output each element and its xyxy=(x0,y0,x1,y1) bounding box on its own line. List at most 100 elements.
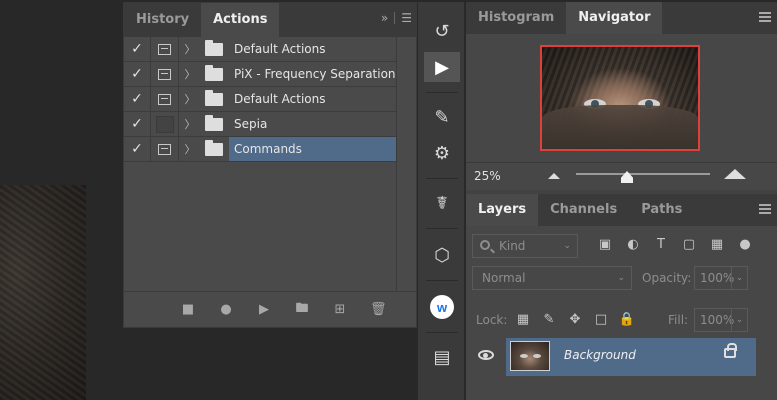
chevron-down-icon[interactable]: ⌄ xyxy=(731,309,747,331)
filter-kind-label: Kind xyxy=(499,239,526,253)
dialog-toggle[interactable] xyxy=(151,136,179,162)
tab-histogram[interactable]: Histogram xyxy=(466,2,566,34)
dialog-icon xyxy=(158,143,171,155)
smart-object-filter-icon[interactable]: ▦ xyxy=(708,236,726,254)
dialog-toggle[interactable] xyxy=(151,86,179,112)
blend-row: Normal ⌄ Opacity: 100% ⌄ xyxy=(472,266,772,290)
action-set-label[interactable]: PiX - Frequency Separation xyxy=(229,62,397,86)
panel-menu-icon[interactable] xyxy=(759,204,771,214)
toggle-check-icon[interactable]: ✓ xyxy=(124,136,151,162)
opacity-label: Opacity: xyxy=(642,271,692,285)
collapse-icon[interactable]: » xyxy=(381,11,388,25)
toggle-check-icon[interactable]: ✓ xyxy=(124,36,151,62)
chevron-right-icon[interactable]: 〉 xyxy=(179,91,201,107)
layer-lock-icon[interactable] xyxy=(724,343,737,358)
dialog-icon xyxy=(158,93,171,105)
zoom-out-icon[interactable] xyxy=(548,173,560,179)
layer-filter-row: Kind ⌄ ▣ ◐ T ▢ ▦ ● xyxy=(472,234,772,258)
tab-paths[interactable]: Paths xyxy=(629,194,694,226)
history-tool-icon[interactable]: ↺ xyxy=(424,16,460,46)
action-set-row[interactable]: ✓ 〉 Default Actions xyxy=(124,86,416,112)
action-set-label[interactable]: Sepia xyxy=(229,112,397,136)
lock-position-icon[interactable]: ✥ xyxy=(566,311,584,329)
divider xyxy=(426,280,458,281)
play-icon[interactable]: ▶ xyxy=(256,302,272,317)
lock-all-icon[interactable]: 🔒 xyxy=(618,311,636,329)
cube-icon[interactable]: ⬡ xyxy=(424,240,460,270)
dialog-toggle[interactable] xyxy=(151,111,179,137)
trash-icon[interactable]: 🗑 xyxy=(370,302,387,317)
brush-list-icon[interactable]: ✎ xyxy=(424,102,460,132)
action-set-label[interactable]: Default Actions xyxy=(229,87,397,111)
tab-history[interactable]: History xyxy=(124,3,201,37)
visibility-eye-icon[interactable] xyxy=(478,350,494,360)
stamp-list-icon[interactable]: ☤ xyxy=(424,188,460,218)
right-dock: Histogram Navigator 25% Layers Channels … xyxy=(466,2,777,400)
dialog-empty-box xyxy=(155,115,174,133)
shape-filter-icon[interactable]: ▢ xyxy=(680,236,698,254)
divider xyxy=(426,228,458,229)
chevron-right-icon[interactable]: 〉 xyxy=(179,66,201,82)
action-set-row[interactable]: ✓ 〉 Sepia xyxy=(124,111,416,137)
chevron-down-icon[interactable]: ⌄ xyxy=(731,267,747,289)
blend-mode-value: Normal xyxy=(482,271,526,285)
scrollbar-track[interactable] xyxy=(396,37,416,292)
layer-row[interactable]: Background xyxy=(466,336,777,378)
folder-icon xyxy=(205,114,223,131)
tab-layers[interactable]: Layers xyxy=(466,194,539,226)
zoom-value[interactable]: 25% xyxy=(474,169,501,183)
opacity-value: 100% xyxy=(700,271,735,285)
divider xyxy=(426,178,458,179)
chevron-right-icon[interactable]: 〉 xyxy=(179,41,201,57)
dialog-toggle[interactable] xyxy=(151,36,179,62)
type-filter-icon[interactable]: T xyxy=(652,236,670,254)
toggle-check-icon[interactable]: ✓ xyxy=(124,86,151,112)
adjustment-filter-icon[interactable]: ◐ xyxy=(624,236,642,254)
zoom-slider[interactable] xyxy=(576,173,710,175)
fill-field[interactable]: 100% ⌄ xyxy=(694,308,748,332)
folder-icon xyxy=(205,39,223,56)
record-icon[interactable]: ● xyxy=(218,302,234,317)
panel-menu-icon[interactable]: ☰ xyxy=(401,11,412,25)
photo-edge xyxy=(0,185,86,400)
play-tool-icon[interactable]: ▶ xyxy=(424,52,460,82)
divider xyxy=(426,332,458,333)
action-set-row[interactable]: ✓ 〉 Default Actions xyxy=(124,36,416,62)
stop-icon[interactable]: ■ xyxy=(180,302,196,317)
folder-icon[interactable]: 🖿 xyxy=(294,299,310,321)
layer-name[interactable]: Background xyxy=(564,348,636,362)
panel-menu-icon[interactable] xyxy=(759,12,771,22)
chevron-right-icon[interactable]: 〉 xyxy=(179,141,201,157)
pixel-filter-icon[interactable]: ▣ xyxy=(596,236,614,254)
new-action-icon[interactable]: ⊞ xyxy=(332,302,348,317)
lock-transparency-icon[interactable]: ▦ xyxy=(514,311,532,329)
layer-thumbnail[interactable] xyxy=(510,341,550,371)
navigator-thumbnail[interactable] xyxy=(540,45,700,151)
adjust-icon[interactable]: ⚙ xyxy=(424,138,460,168)
filter-toggle-icon[interactable]: ● xyxy=(736,236,754,254)
zoom-in-icon[interactable] xyxy=(724,169,746,179)
action-set-row[interactable]: ✓ 〉 Commands xyxy=(124,136,416,162)
tab-channels[interactable]: Channels xyxy=(538,194,629,226)
tab-navigator[interactable]: Navigator xyxy=(566,2,663,34)
opacity-field[interactable]: 100% ⌄ xyxy=(694,266,748,290)
dialog-toggle[interactable] xyxy=(151,61,179,87)
tab-actions[interactable]: Actions xyxy=(201,3,280,37)
divider xyxy=(426,92,458,93)
w-plugin-icon[interactable]: w xyxy=(424,292,460,322)
toggle-check-icon[interactable]: ✓ xyxy=(124,61,151,87)
lock-brush-icon[interactable]: ✎ xyxy=(540,311,558,329)
layers-tabs: Layers Channels Paths xyxy=(466,194,777,226)
panel-controls: » ☰ xyxy=(381,11,412,25)
lock-artboard-icon[interactable]: □ xyxy=(592,311,610,329)
plugin-icon[interactable]: ▤ xyxy=(424,342,460,372)
navigator-panel: Histogram Navigator 25% xyxy=(466,2,777,190)
blend-mode-select[interactable]: Normal ⌄ xyxy=(472,266,632,290)
chevron-right-icon[interactable]: 〉 xyxy=(179,116,201,132)
toggle-check-icon[interactable]: ✓ xyxy=(124,111,151,137)
filter-kind-select[interactable]: Kind ⌄ xyxy=(472,234,578,258)
panel-icon-strip: ↺ ▶ ✎ ⚙ ☤ ⬡ w ▤ xyxy=(417,2,465,400)
action-set-label-selected[interactable]: Commands xyxy=(229,137,397,161)
action-set-label[interactable]: Default Actions xyxy=(229,37,397,61)
action-set-row[interactable]: ✓ 〉 PiX - Frequency Separation xyxy=(124,61,416,87)
